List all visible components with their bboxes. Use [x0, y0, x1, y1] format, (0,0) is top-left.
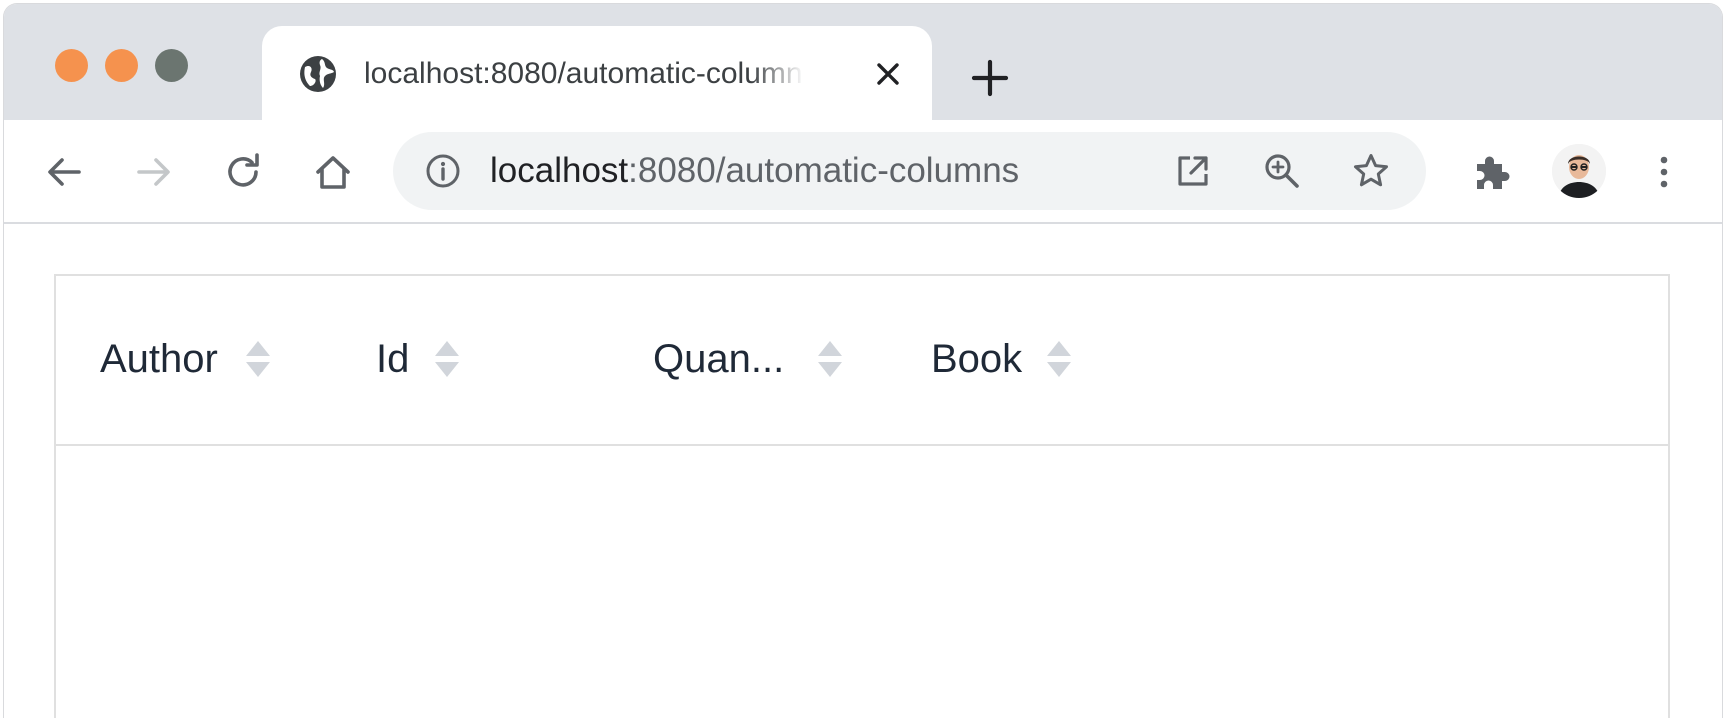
column-header-book[interactable]: Book [931, 334, 1111, 384]
column-header-author[interactable]: Author [100, 334, 300, 384]
star-icon[interactable] [1352, 152, 1390, 190]
profile-avatar[interactable] [1552, 144, 1606, 198]
avatar-image [1552, 144, 1606, 198]
url-text[interactable]: localhost:8080/automatic-columns [490, 150, 1019, 192]
column-label: Author [100, 337, 218, 381]
column-label: Id [376, 337, 410, 381]
column-header-id[interactable]: Id [376, 334, 496, 384]
reload-icon[interactable] [221, 150, 265, 194]
back-arrow-icon[interactable] [42, 150, 86, 194]
tab-strip: localhost:8080/automatic-columns [4, 4, 1722, 120]
zoom-in-icon[interactable] [1263, 152, 1301, 190]
open-external-icon[interactable] [1174, 152, 1212, 190]
puzzle-icon[interactable] [1469, 150, 1513, 194]
window-minimize-button[interactable] [105, 49, 138, 82]
kebab-menu-icon[interactable] [1642, 150, 1686, 194]
sort-icon[interactable] [815, 338, 845, 380]
table-header: Author Id Quan... Book [56, 276, 1668, 446]
tab-title: localhost:8080/automatic-columns [364, 57, 804, 90]
window-maximize-button[interactable] [155, 49, 188, 82]
close-icon[interactable] [872, 58, 904, 90]
sort-icon[interactable] [1044, 338, 1074, 380]
sort-icon[interactable] [432, 338, 462, 380]
forward-arrow-icon[interactable] [132, 150, 176, 194]
window-close-button[interactable] [55, 49, 88, 82]
browser-window: localhost:8080/automatic-columns localho… [3, 3, 1723, 718]
column-header-quantity[interactable]: Quan... [653, 334, 873, 384]
column-label: Quan... [653, 337, 785, 381]
plus-icon[interactable] [968, 56, 1012, 100]
url-path: :8080/automatic-columns [628, 151, 1020, 190]
address-bar[interactable]: localhost:8080/automatic-columns [393, 132, 1426, 210]
sort-icon[interactable] [243, 338, 273, 380]
info-icon[interactable] [425, 153, 461, 189]
globe-icon [300, 56, 336, 92]
url-host: localhost [490, 151, 629, 190]
data-table: Author Id Quan... Book [54, 274, 1670, 718]
page-content: Author Id Quan... Book [4, 224, 1722, 718]
home-icon[interactable] [311, 150, 355, 194]
active-tab[interactable]: localhost:8080/automatic-columns [262, 26, 932, 120]
column-label: Book [931, 337, 1023, 381]
browser-toolbar: localhost:8080/automatic-columns [4, 120, 1722, 224]
